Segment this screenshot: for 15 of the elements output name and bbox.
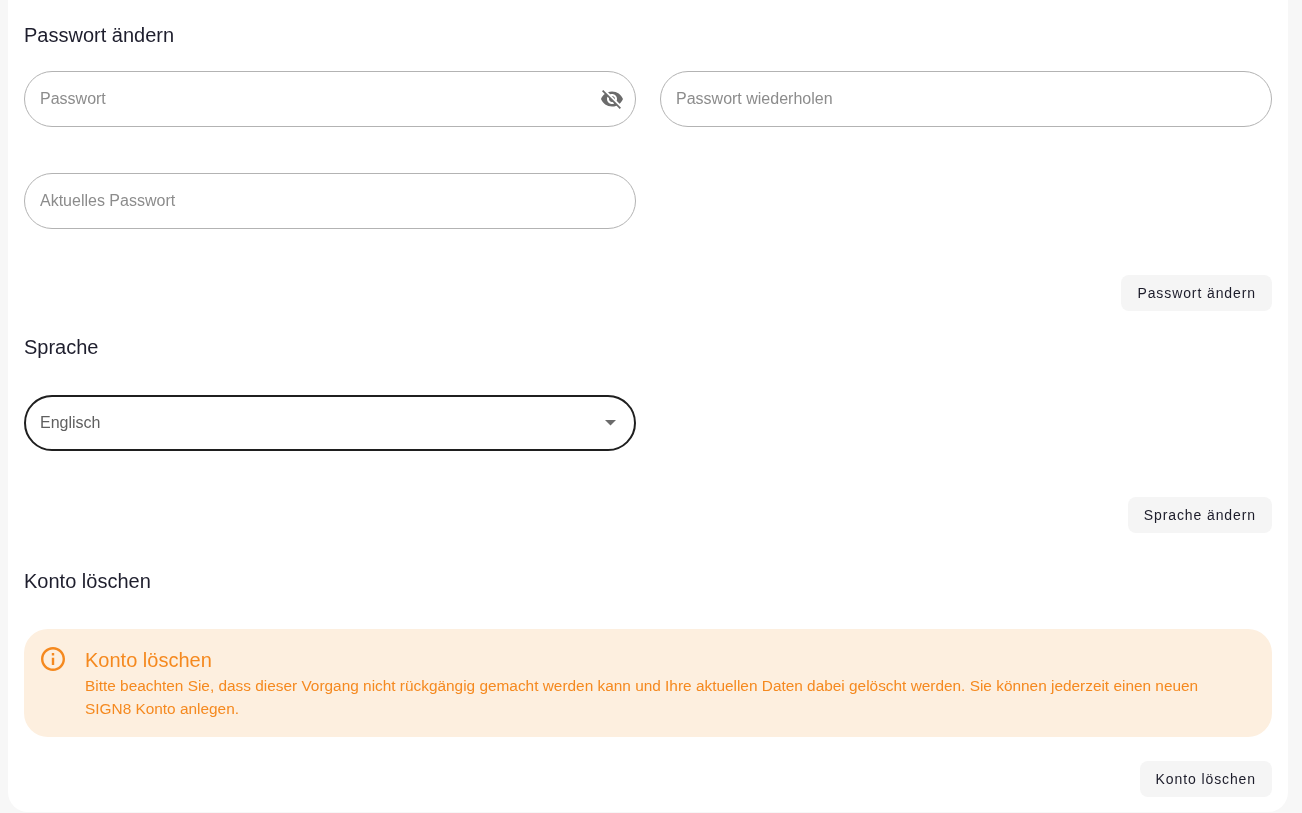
password-field[interactable]: Passwort: [24, 71, 636, 127]
section-heading: Sprache: [24, 335, 99, 359]
password-field[interactable]: Passwort wiederholen: [660, 71, 1272, 127]
password-field[interactable]: Aktuelles Passwort: [24, 173, 636, 229]
section-heading: Passwort ändern: [24, 23, 175, 47]
change-password-button[interactable]: Passwort ändern: [1121, 275, 1272, 311]
info-icon: [41, 647, 65, 671]
language-select[interactable]: Englisch: [24, 395, 636, 451]
change-language-button[interactable]: Sprache ändern: [1127, 497, 1272, 533]
delete-account-button[interactable]: Konto löschen: [1139, 761, 1272, 797]
section-heading: Konto löschen: [24, 569, 151, 593]
alert-message: Bitte beachten Sie, dass dieser Vorgang nicht rückgängig gemacht werden kann und Ihre aktuellen Daten dabei gelöscht werden. Sie können jederzeit einen neuen SIGN8 Konto anlegen.: [85, 676, 1200, 719]
eye-off-icon[interactable]: [601, 89, 623, 109]
caret-icon: [605, 420, 616, 426]
alert-title: Konto löschen: [85, 648, 213, 673]
